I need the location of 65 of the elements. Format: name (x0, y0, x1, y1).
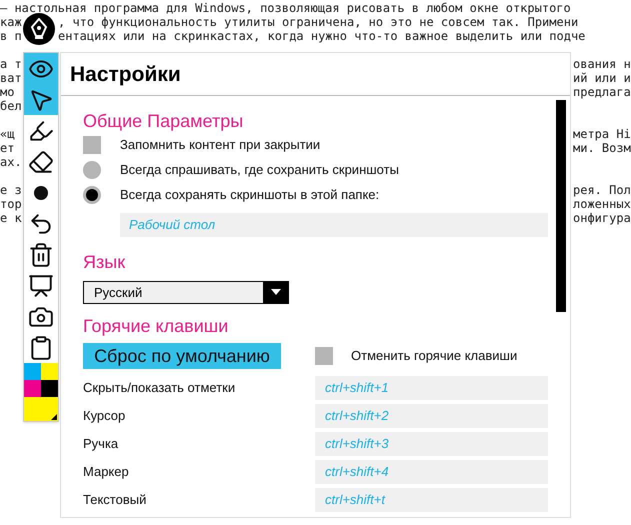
scrollbar-thumb[interactable] (556, 100, 566, 312)
article-text-line: в п (0, 29, 22, 43)
article-text-line: , что функциональность утилиты ограничена, но это не совсем так. Примени (58, 15, 578, 29)
folder-field[interactable]: Рабочий стол (120, 212, 548, 236)
reset-defaults-button[interactable]: Сброс по умолчанию (83, 342, 281, 368)
article-text-line: ват (0, 71, 22, 85)
hotkey-field[interactable]: ctrl+shift+3 (315, 432, 548, 456)
article-text-line: ах. (0, 155, 22, 169)
eraser-icon (28, 148, 54, 174)
current-color-swatch[interactable] (24, 397, 58, 421)
article-text-line: ми. Возм (573, 141, 631, 155)
easel-icon (28, 272, 54, 298)
article-text-line: ентациях или на скринкастах, когда нужно что-то важное выделить или подче (58, 29, 586, 43)
section-heading: Язык (83, 250, 126, 274)
color-swatch[interactable] (24, 363, 41, 380)
section-heading: Горячие клавиши (83, 314, 230, 338)
caret-icon (270, 289, 280, 295)
article-text-line: мо (0, 85, 14, 99)
article-text-line: ет (0, 141, 14, 155)
article-text-line: метра Hi (573, 127, 631, 141)
article-text-line: «щ (0, 127, 14, 141)
article-text-line: ложенных (573, 197, 631, 211)
hotkey-field[interactable]: ctrl+shift+2 (315, 404, 548, 428)
hotkey-label: Курсор (83, 406, 126, 425)
checkbox[interactable] (315, 346, 333, 364)
color-swatch[interactable] (41, 380, 58, 397)
article-text-line: каж (0, 15, 22, 29)
option-label: Всегда сохранять скриншоты в этой папке: (120, 186, 380, 204)
color-swatch[interactable] (24, 380, 41, 397)
hotkey-field[interactable]: ctrl+shift+1 (315, 376, 548, 400)
article-text-line: е з (0, 183, 22, 197)
article-text-line: тор (0, 197, 22, 211)
option-label: Всегда спрашивать, где сохранить скриншоты (120, 161, 399, 180)
tool-button[interactable] (24, 115, 58, 146)
hotkey-label: Скрыть/показать отметки (83, 378, 236, 397)
trash-icon (28, 242, 54, 268)
hotkey-field[interactable]: ctrl+shift+t (315, 488, 548, 512)
option-label: Отменить горячие клавиши (351, 346, 518, 365)
pen-nib-logo[interactable] (23, 13, 55, 45)
hotkey-label: Ручка (83, 434, 120, 453)
dot-icon (34, 186, 48, 200)
tool-button[interactable] (24, 53, 58, 84)
radio-button[interactable] (83, 186, 101, 204)
article-text-line: рея. Пол (573, 183, 631, 197)
settings-title: Настройки (70, 63, 181, 86)
article-text-line: бел (0, 99, 22, 113)
article-text-line: – настольная программа для Windows, позволяющая рисовать в любом окне открытого (0, 1, 572, 15)
article-text-line: е к (0, 211, 22, 225)
tool-button[interactable] (24, 84, 58, 115)
section-heading: Общие Параметры (83, 110, 244, 133)
language-dropdown[interactable]: Русский (83, 280, 289, 304)
tool-button[interactable] (24, 332, 58, 363)
article-text-line: предлага (573, 85, 631, 99)
article-text-line: ий или и (573, 71, 631, 85)
pen-nib-icon (30, 18, 48, 40)
radio-button[interactable] (83, 161, 101, 179)
article-text-line: а т (0, 57, 22, 71)
article-text-line: ования н (573, 57, 631, 71)
article-text-line: онфигура (573, 211, 631, 225)
hotkey-label: Текстовый (83, 490, 148, 509)
hotkey-field[interactable]: ctrl+shift+4 (315, 460, 548, 484)
color-swatch[interactable] (41, 363, 58, 380)
option-label: Запомнить контент при закрытии (120, 136, 320, 154)
checkbox[interactable] (83, 136, 101, 154)
hotkey-label: Маркер (83, 462, 130, 481)
